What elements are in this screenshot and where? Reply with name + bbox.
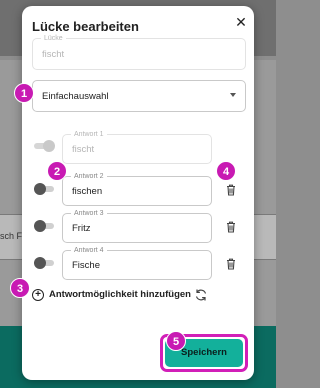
callout-badge-3: 3 xyxy=(10,278,30,298)
add-circle-icon: + xyxy=(32,289,44,301)
chevron-down-icon xyxy=(230,93,236,97)
answer-value-3: Fritz xyxy=(72,223,91,234)
background-text: sch F xyxy=(0,231,23,241)
gap-field-label: Lücke xyxy=(41,33,66,44)
answer-label-1: Antwort 1 xyxy=(71,129,107,140)
add-answer-option-label: Antwortmöglichkeit hinzufügen xyxy=(49,289,191,300)
correct-toggle-3[interactable] xyxy=(34,220,54,232)
answer-value-1: fischt xyxy=(72,144,95,155)
dialog-title: Lücke bearbeiten xyxy=(32,19,139,34)
correct-toggle-4[interactable] xyxy=(34,257,54,269)
callout-badge-1: 1 xyxy=(14,83,34,103)
edit-gap-dialog: Lücke bearbeiten ✕ Lücke fischt Einfacha… xyxy=(22,6,254,380)
callout-badge-2: 2 xyxy=(47,161,67,181)
answer-label-3: Antwort 3 xyxy=(71,208,107,219)
trash-icon[interactable] xyxy=(224,220,238,234)
background-teal-left xyxy=(0,326,24,358)
gap-field-value: fischt xyxy=(42,49,65,60)
answer-label-2: Antwort 2 xyxy=(71,171,107,182)
answer-value-4: Fische xyxy=(72,260,100,271)
answer-label-4: Antwort 4 xyxy=(71,245,107,256)
correct-toggle-1[interactable] xyxy=(34,140,55,152)
background-teal-right xyxy=(252,326,276,358)
answer-field-3[interactable]: Antwort 3 Fritz xyxy=(62,208,212,243)
gap-field: Lücke fischt xyxy=(32,33,246,70)
correct-toggle-2[interactable] xyxy=(34,183,54,195)
trash-icon[interactable] xyxy=(224,183,238,197)
answer-type-select[interactable]: Einfachauswahl xyxy=(32,80,246,112)
refresh-icon[interactable] xyxy=(194,288,208,302)
answer-type-value: Einfachauswahl xyxy=(42,91,109,102)
answer-field-2[interactable]: Antwort 2 fischen xyxy=(62,171,212,206)
callout-badge-5: 5 xyxy=(166,331,186,351)
answer-field-1: Antwort 1 fischt xyxy=(62,129,212,164)
answer-value-2: fischen xyxy=(72,186,103,197)
background-row-right xyxy=(252,214,276,260)
trash-icon[interactable] xyxy=(224,257,238,271)
callout-badge-4: 4 xyxy=(216,161,236,181)
answer-field-4[interactable]: Antwort 4 Fische xyxy=(62,245,212,280)
close-icon[interactable]: ✕ xyxy=(233,14,249,30)
